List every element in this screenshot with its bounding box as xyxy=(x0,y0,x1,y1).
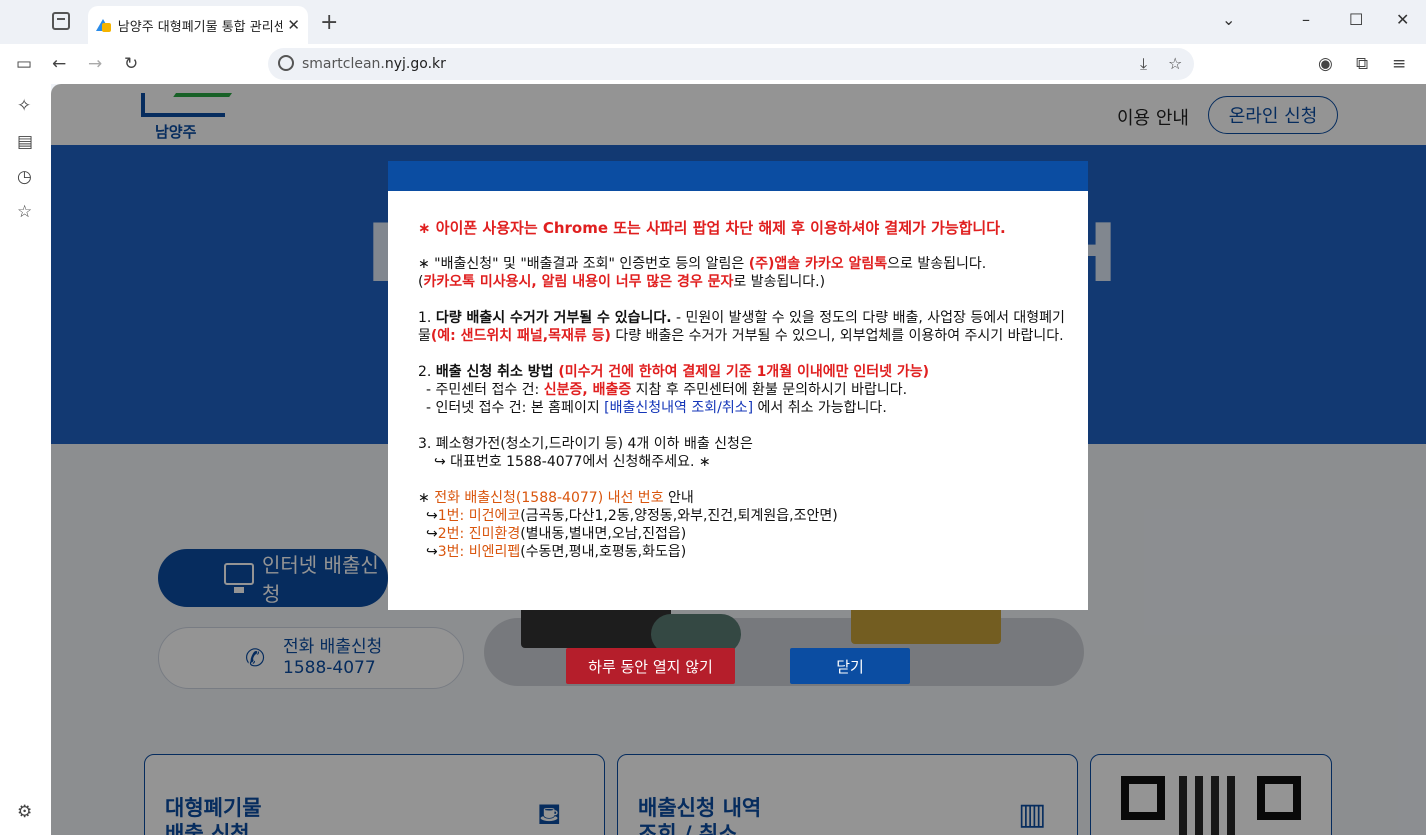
tab-search-icon[interactable] xyxy=(52,12,70,30)
new-tab-button[interactable]: + xyxy=(320,10,338,35)
site-info-icon[interactable] xyxy=(278,55,294,71)
tab-title: 남양주 대형폐기물 통합 관리센 xyxy=(117,19,284,35)
sms-notice: (카카오톡 미사용시, 알림 내용이 너무 많은 경우 문자로 발송됩니다.) xyxy=(418,274,826,290)
bookmark-star-icon[interactable]: ☆ xyxy=(1168,54,1182,73)
phone-extension-heading: ∗ 전화 배출신청(1588-4077) 내선 번호 안내 xyxy=(418,490,694,506)
cancel-history-link[interactable]: [배출신청내역 조회/취소] xyxy=(604,400,753,416)
iphone-notice: ∗ 아이폰 사용자는 Chrome 또는 사파리 팝업 차단 해제 후 이용하셔… xyxy=(418,219,1006,237)
browser-side-panel: ✧ ▤ ◷ ☆ ⚙ xyxy=(0,84,51,835)
sidebar-toggle-icon[interactable]: ▭ xyxy=(16,53,32,75)
profile-icon[interactable]: ◉ xyxy=(1318,53,1333,75)
menu-icon[interactable]: ≡ xyxy=(1392,53,1406,75)
notice-item-3: 3. 폐소형가전(청소기,드라이기 등) 4개 이하 배출 신청은 xyxy=(418,436,753,452)
site-favicon-icon xyxy=(96,17,112,33)
minimize-button[interactable]: – xyxy=(1302,10,1310,29)
install-app-icon[interactable]: ⤓ xyxy=(1140,54,1147,74)
notice-item-3-phone: ↪ 대표번호 1588-4077에서 신청해주세요. ∗ xyxy=(434,454,711,470)
sparkle-icon[interactable]: ✧ xyxy=(17,96,31,116)
url-prefix: smartclean. xyxy=(302,56,385,72)
cancel-internet: - 인터넷 접수 건: 본 홈페이지 [배출신청내역 조회/취소] 에서 취소 … xyxy=(426,400,887,416)
extension-2: ↪2번: 진미환경(별내동,별내면,오남,진접읍) xyxy=(426,526,687,542)
settings-gear-icon[interactable]: ⚙ xyxy=(17,802,32,822)
alimtalk-notice: ∗ "배출신청" 및 "배출결과 조회" 인증번호 등의 알림은 (주)앱솔 카… xyxy=(418,256,987,272)
browser-tab-strip: 남양주 대형폐기물 통합 관리센 ✕ + ⌄ – ☐ ✕ xyxy=(0,0,1426,44)
close-popup-button[interactable]: 닫기 xyxy=(790,648,910,684)
page-viewport: 남양주 이용 안내 온라인 신청 D H 인터넷 배출신청 ✆ 전화 배출신청 … xyxy=(51,84,1426,835)
cancel-center: - 주민센터 접수 건: 신분증, 배출증 지참 후 주민센터에 환불 문의하시… xyxy=(426,382,908,398)
notice-popup-body: ∗ 아이폰 사용자는 Chrome 또는 사파리 팝업 차단 해제 후 이용하셔… xyxy=(418,219,1068,561)
history-icon[interactable]: ◷ xyxy=(17,167,32,187)
bookmarks-icon[interactable]: ☆ xyxy=(17,202,32,222)
url-domain: nyj.go.kr xyxy=(384,56,446,72)
window-close-button[interactable]: ✕ xyxy=(1396,10,1409,29)
reading-list-icon[interactable]: ▤ xyxy=(17,132,33,152)
tab-list-chevron-icon[interactable]: ⌄ xyxy=(1222,10,1235,29)
back-arrow-icon[interactable]: ← xyxy=(52,53,66,75)
browser-toolbar: ▭ ← → ↻ smartclean. nyj.go.kr ⤓ ☆ ◉ ⧉ ≡ xyxy=(0,44,1426,84)
notice-popup: ∗ 아이폰 사용자는 Chrome 또는 사파리 팝업 차단 해제 후 이용하셔… xyxy=(388,161,1088,610)
notice-item-1: 1. 다량 배출시 수거가 거부될 수 있습니다. - 민원이 발생할 수 있을… xyxy=(418,310,1065,344)
forward-arrow-icon[interactable]: → xyxy=(88,53,102,75)
extensions-icon[interactable]: ⧉ xyxy=(1356,53,1368,75)
browser-tab-active[interactable]: 남양주 대형폐기물 통합 관리센 ✕ xyxy=(88,6,308,44)
extension-1: ↪1번: 미건에코(금곡동,다산1,2동,양정동,와부,진건,퇴계원읍,조안면) xyxy=(426,508,838,524)
tab-close-icon[interactable]: ✕ xyxy=(287,16,300,34)
address-bar[interactable]: smartclean. nyj.go.kr ⤓ ☆ xyxy=(268,48,1194,80)
notice-popup-header xyxy=(388,161,1088,191)
maximize-button[interactable]: ☐ xyxy=(1349,10,1363,29)
extension-3: ↪3번: 비엔리펩(수동면,평내,호평동,화도읍) xyxy=(426,544,687,560)
reload-icon[interactable]: ↻ xyxy=(124,53,138,75)
dont-show-today-button[interactable]: 하루 동안 열지 않기 xyxy=(566,648,735,684)
notice-item-2: 2. 배출 신청 취소 방법 (미수거 건에 한하여 결제일 기준 1개월 이내… xyxy=(418,364,930,380)
